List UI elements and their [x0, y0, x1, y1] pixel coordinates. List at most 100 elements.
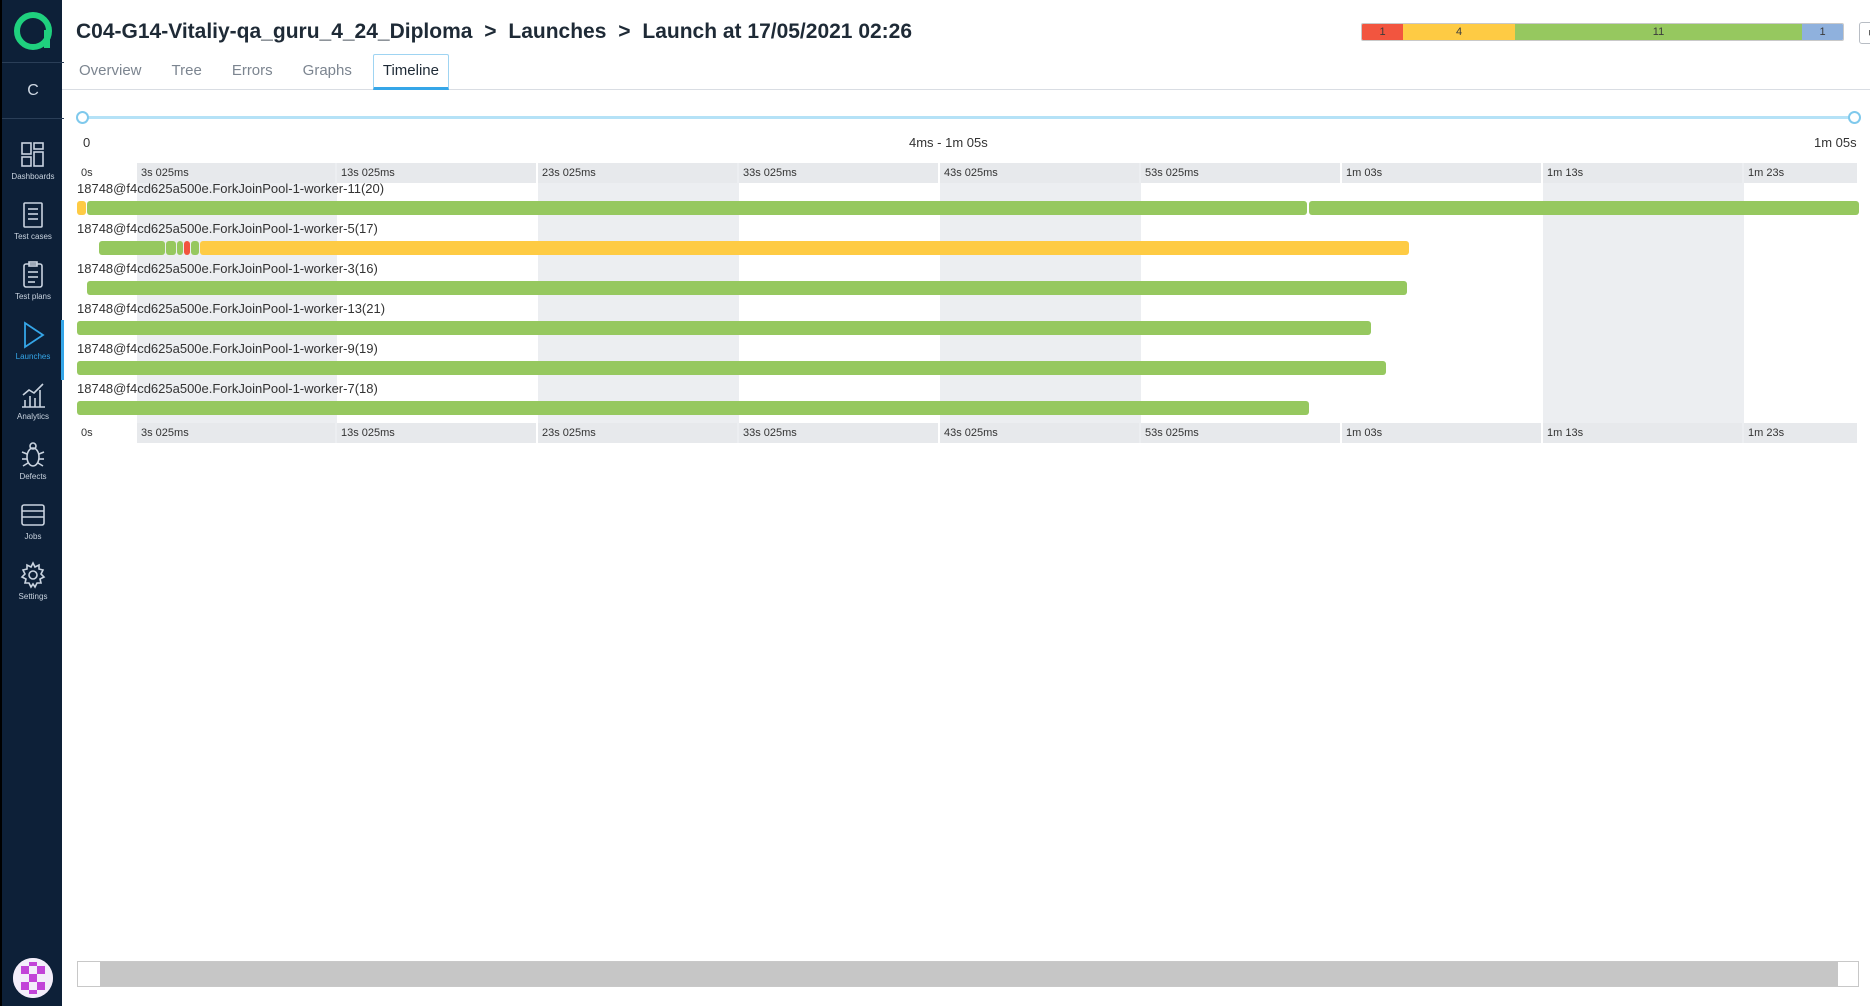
- worker-thread-label: 18748@f4cd625a500e.ForkJoinPool-1-worker…: [77, 261, 378, 276]
- nav-label: Jobs: [24, 532, 42, 541]
- axis-tick-label: 1m 23s: [1744, 423, 1857, 443]
- nav-label: Analytics: [16, 412, 49, 421]
- axis-tick-label: 53s 025ms: [1141, 423, 1340, 443]
- nav-label: Test plans: [14, 292, 52, 301]
- test-result-bar-passed[interactable]: [177, 241, 183, 255]
- test-result-bar-passed[interactable]: [1309, 201, 1859, 215]
- jobs-icon: [21, 504, 45, 526]
- axis-tick-label: 1m 13s: [1543, 163, 1742, 183]
- settings-icon: [20, 561, 46, 589]
- launches-icon: [24, 321, 45, 349]
- timeline-horizontal-scrollbar[interactable]: [77, 961, 1859, 987]
- status-segment-failed[interactable]: 1: [1362, 24, 1403, 40]
- test-result-bar-passed[interactable]: [191, 241, 199, 255]
- launch-tabs: Overview Tree Errors Graphs Timeline: [70, 54, 461, 90]
- axis-tick-label: 23s 025ms: [538, 423, 737, 443]
- nav-defects[interactable]: Defects: [2, 440, 64, 500]
- axis-tick-label: 43s 025ms: [940, 423, 1139, 443]
- test-result-bar-passed[interactable]: [99, 241, 165, 255]
- sidebar-divider: [2, 62, 64, 63]
- axis-tick-label: 0s: [81, 427, 93, 439]
- timeline-chart: 0s 3s 025ms 13s 025ms 23s 025ms 33s 025ms 43s…: [77, 163, 1859, 533]
- axis-tick-label: 43s 025ms: [940, 163, 1139, 183]
- test-result-bar-passed[interactable]: [77, 401, 1309, 415]
- test-result-bar-skipped[interactable]: [77, 201, 86, 215]
- breadcrumb-launch: Launch at 17/05/2021 02:26: [642, 20, 913, 43]
- tab-graphs[interactable]: Graphs: [294, 54, 361, 88]
- breadcrumb-separator: >: [484, 20, 497, 43]
- scrollbar-thumb[interactable]: [100, 962, 1838, 986]
- stop-launch-button[interactable]: ■: [1859, 22, 1870, 44]
- defects-icon: [21, 442, 45, 467]
- nav-label: Dashboards: [11, 172, 55, 181]
- test-result-bar-passed[interactable]: [87, 201, 1307, 215]
- time-range-end-handle[interactable]: [1848, 111, 1861, 124]
- tab-timeline[interactable]: Timeline: [372, 54, 449, 90]
- nav-test-cases[interactable]: Test cases: [2, 200, 64, 260]
- project-switcher-button[interactable]: C: [2, 68, 64, 114]
- page-header: C04-G14-Vitaliy-qa_guru_4_24_Diploma > L…: [62, 0, 1870, 90]
- axis-tick-label: 1m 23s: [1744, 163, 1857, 183]
- tab-overview[interactable]: Overview: [70, 54, 151, 88]
- test-result-bar-passed[interactable]: [87, 281, 1407, 295]
- axis-tick-label: 13s 025ms: [337, 423, 536, 443]
- nav-dashboards[interactable]: Dashboards: [2, 140, 64, 200]
- user-avatar[interactable]: [13, 958, 53, 998]
- time-range-slider-track[interactable]: [82, 116, 1854, 119]
- breadcrumb-launches[interactable]: Launches: [508, 20, 606, 44]
- analytics-icon: [22, 383, 45, 408]
- nav-label: Settings: [18, 592, 48, 601]
- nav-settings[interactable]: Settings: [2, 560, 64, 620]
- time-range-start-handle[interactable]: [76, 111, 89, 124]
- allure-testops-window: C Dashboards Test cases Test plans Launc…: [0, 0, 1870, 1006]
- nav-launches[interactable]: Launches: [2, 320, 64, 380]
- axis-tick-label: 1m 03s: [1342, 423, 1541, 443]
- test-result-bar-passed[interactable]: [77, 321, 1371, 335]
- test-result-bar-skipped[interactable]: [200, 241, 1409, 255]
- status-segment-unknown[interactable]: 1: [1802, 24, 1843, 40]
- time-range-selection-label: 4ms - 1m 05s: [909, 135, 988, 150]
- nav-label: Test cases: [14, 232, 52, 241]
- sidebar-divider: [2, 118, 64, 119]
- sidebar: C Dashboards Test cases Test plans Launc…: [0, 0, 64, 1006]
- breadcrumb-separator: >: [618, 20, 631, 43]
- time-range-max-label: 1m 05s: [1814, 135, 1857, 150]
- time-range-min-label: 0: [83, 135, 91, 150]
- axis-tick-label: 3s 025ms: [137, 163, 335, 183]
- worker-thread-label: 18748@f4cd625a500e.ForkJoinPool-1-worker…: [77, 381, 378, 396]
- avatar-pattern-icon: [13, 958, 53, 998]
- axis-tick-label: 1m 13s: [1543, 423, 1742, 443]
- nav-label: Defects: [19, 472, 47, 481]
- nav-test-plans[interactable]: Test plans: [2, 260, 64, 320]
- axis-tick-label: 1m 03s: [1342, 163, 1541, 183]
- launch-status-summary-bar[interactable]: 1 4 11 1: [1361, 23, 1844, 41]
- axis-tick-label: 0s: [81, 167, 93, 179]
- tab-tree[interactable]: Tree: [163, 54, 211, 88]
- axis-tick-label: 33s 025ms: [739, 423, 938, 443]
- worker-thread-label: 18748@f4cd625a500e.ForkJoinPool-1-worker…: [77, 301, 386, 316]
- tab-errors[interactable]: Errors: [223, 54, 282, 88]
- timeline-axis-bottom: 0s 3s 025ms 13s 025ms 23s 025ms 33s 025ms 43s…: [77, 423, 1859, 443]
- test-plans-icon: [23, 261, 43, 288]
- axis-tick-label: 23s 025ms: [538, 163, 737, 183]
- axis-tick-label: 3s 025ms: [137, 423, 335, 443]
- test-result-bar-passed[interactable]: [77, 361, 1386, 375]
- test-result-bar-passed[interactable]: [166, 241, 176, 255]
- status-segment-skipped[interactable]: 4: [1403, 24, 1515, 40]
- axis-tick-label: 33s 025ms: [739, 163, 938, 183]
- nav-label: Launches: [15, 352, 51, 361]
- worker-thread-label: 18748@f4cd625a500e.ForkJoinPool-1-worker…: [77, 341, 378, 356]
- worker-thread-label: 18748@f4cd625a500e.ForkJoinPool-1-worker…: [77, 221, 378, 236]
- axis-tick-label: 13s 025ms: [337, 163, 536, 183]
- nav-jobs[interactable]: Jobs: [2, 500, 64, 560]
- allure-logo-icon[interactable]: [12, 10, 54, 52]
- nav-analytics[interactable]: Analytics: [2, 380, 64, 440]
- worker-thread-label: 18748@f4cd625a500e.ForkJoinPool-1-worker…: [77, 181, 385, 196]
- test-cases-icon: [23, 202, 43, 228]
- axis-tick-label: 53s 025ms: [1141, 163, 1340, 183]
- breadcrumb-project[interactable]: C04-G14-Vitaliy-qa_guru_4_24_Diploma: [76, 20, 472, 44]
- status-segment-passed[interactable]: 11: [1515, 24, 1802, 40]
- test-result-bar-failed[interactable]: [184, 241, 190, 255]
- dashboards-icon: [21, 142, 44, 167]
- breadcrumb: C04-G14-Vitaliy-qa_guru_4_24_Diploma > L…: [76, 20, 912, 44]
